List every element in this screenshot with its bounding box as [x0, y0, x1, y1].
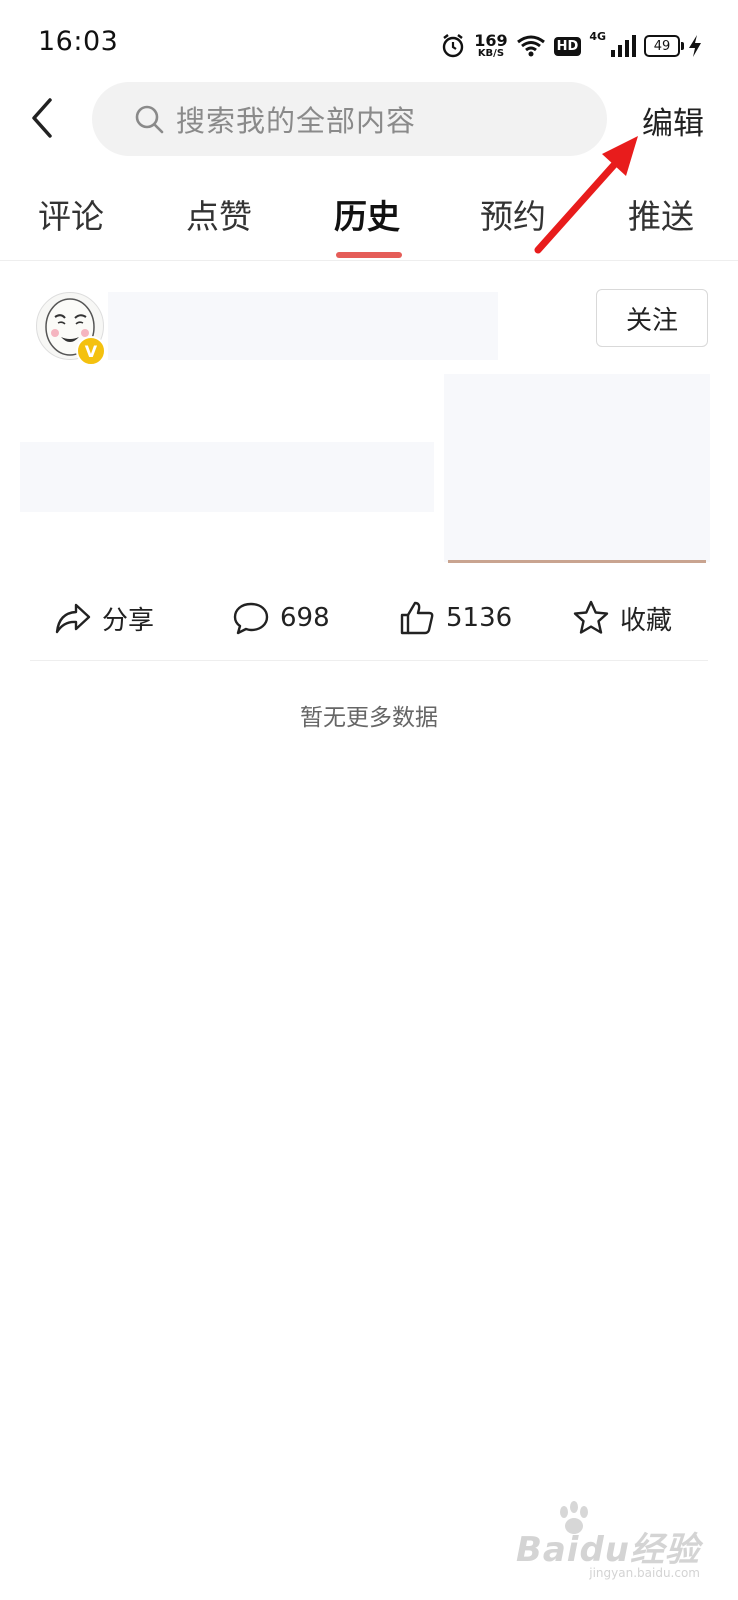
follow-button[interactable]: 关注	[596, 289, 708, 347]
search-icon	[135, 105, 164, 134]
wifi-icon	[516, 35, 545, 57]
search-placeholder: 搜索我的全部内容	[176, 104, 417, 138]
star-icon	[573, 600, 609, 634]
comment-count: 698	[280, 603, 330, 633]
hd-badge: HD	[553, 36, 582, 56]
verified-badge: V	[76, 336, 106, 366]
watermark: Baidu经验 jingyan.baidu.com	[515, 1501, 700, 1580]
tab-likes[interactable]: 点赞	[186, 190, 252, 238]
network-type: 4G	[589, 30, 606, 43]
charging-icon	[689, 35, 701, 57]
share-icon	[55, 603, 91, 634]
net-speed-value: 169	[474, 31, 508, 50]
share-label: 分享	[102, 605, 155, 636]
status-icons: 169 KB/S HD 4G 49	[440, 26, 702, 66]
active-tab-indicator	[336, 252, 402, 258]
back-button[interactable]	[22, 96, 66, 140]
tab-divider	[0, 260, 738, 261]
thumbs-up-icon	[400, 601, 434, 635]
signal-icon	[611, 35, 636, 57]
chevron-left-icon	[32, 98, 52, 138]
watermark-brand: Baidu经验	[515, 1530, 700, 1570]
net-speed: 169 KB/S	[474, 33, 507, 59]
list-end-text: 暂无更多数据	[300, 705, 438, 731]
post-title-placeholder[interactable]	[20, 442, 434, 512]
favorite-button[interactable]: 收藏	[572, 596, 672, 640]
status-time: 16:03	[38, 26, 119, 57]
comment-button[interactable]: 698	[232, 596, 330, 640]
tab-history[interactable]: 历史	[334, 190, 400, 238]
comment-icon	[233, 602, 269, 635]
battery-icon: 49	[644, 35, 684, 57]
watermark-url: jingyan.baidu.com	[589, 1566, 700, 1580]
thumbnail-edge	[448, 560, 706, 563]
edit-button[interactable]: 编辑	[642, 98, 704, 143]
tab-comments[interactable]: 评论	[38, 190, 104, 238]
paw-logo-icon	[559, 1501, 588, 1534]
author-name-placeholder	[108, 292, 498, 360]
favorite-label: 收藏	[620, 605, 673, 636]
share-button[interactable]: 分享	[54, 596, 154, 640]
like-count: 5136	[446, 603, 513, 633]
alarm-icon	[443, 34, 464, 58]
like-button[interactable]: 5136	[398, 596, 512, 640]
post-thumbnail[interactable]	[444, 374, 710, 562]
battery-level: 49	[653, 38, 671, 54]
net-speed-unit: KB/S	[477, 48, 505, 59]
card-divider	[30, 660, 708, 661]
annotation-arrow-icon	[534, 136, 638, 254]
